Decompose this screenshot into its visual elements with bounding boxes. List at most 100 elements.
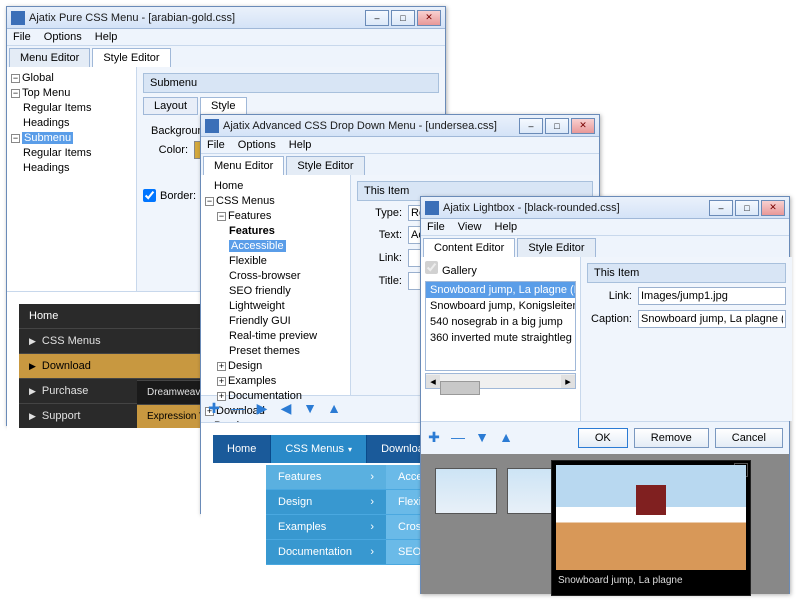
gallery-item[interactable]: 360 inverted mute straightleg in a b <box>426 330 575 346</box>
preview-home[interactable]: Home <box>213 435 271 463</box>
menu-help[interactable]: Help <box>289 139 312 151</box>
menu-help[interactable]: Help <box>495 221 518 233</box>
titlebar[interactable]: Ajatix Pure CSS Menu - [arabian-gold.css… <box>7 7 445 29</box>
tree-regular-items[interactable]: Regular Items <box>23 101 132 116</box>
add-icon[interactable]: ✚ <box>425 429 443 447</box>
preview-dd-features[interactable]: Features› <box>266 465 386 490</box>
menu-file[interactable]: File <box>207 139 225 151</box>
caption-input[interactable] <box>638 310 786 328</box>
move-up-icon[interactable]: ▲ <box>325 400 343 418</box>
scroll-right-icon[interactable]: ▸ <box>561 375 575 388</box>
ok-button[interactable]: OK <box>578 428 628 448</box>
gallery-item[interactable]: Snowboard jump, La plagne (Franc <box>426 282 575 298</box>
tree-headings[interactable]: Headings <box>23 161 132 176</box>
tree-css-menus[interactable]: −CSS Menus <box>205 194 346 209</box>
tree-submenu[interactable]: −Submenu <box>11 131 132 146</box>
minimize-button[interactable]: – <box>709 200 733 216</box>
tree-item[interactable]: Lightweight <box>229 299 346 314</box>
remove-button[interactable]: Remove <box>634 428 709 448</box>
app-icon <box>205 119 219 133</box>
close-button[interactable]: ✕ <box>417 10 441 26</box>
collapse-icon[interactable]: − <box>217 212 226 221</box>
expand-icon[interactable]: + <box>217 377 226 386</box>
collapse-icon[interactable]: − <box>205 197 214 206</box>
menu-options[interactable]: Options <box>238 139 276 151</box>
link-input[interactable] <box>638 287 786 305</box>
tab-menu-editor[interactable]: Menu Editor <box>9 48 90 67</box>
preview-home[interactable]: Home <box>19 304 209 328</box>
tree-features[interactable]: −Features <box>217 209 346 224</box>
scroll-thumb[interactable] <box>440 381 480 395</box>
preview-dd-design[interactable]: Design› <box>266 490 386 515</box>
gallery-list[interactable]: Snowboard jump, La plagne (Franc Snowboa… <box>425 281 576 371</box>
tab-content-editor[interactable]: Content Editor <box>423 238 515 257</box>
minimize-button[interactable]: – <box>365 10 389 26</box>
tree-item[interactable]: Cross-browser <box>229 269 346 284</box>
close-button[interactable]: ✕ <box>571 118 595 134</box>
tree-top-menu[interactable]: −Top Menu <box>11 86 132 101</box>
menubar: File View Help <box>421 219 789 236</box>
tab-style-editor[interactable]: Style Editor <box>286 156 364 175</box>
tree-item[interactable]: Friendly GUI <box>229 314 346 329</box>
add-icon[interactable]: ✚ <box>205 400 223 418</box>
window-title: Ajatix Lightbox - [black-rounded.css] <box>443 202 707 214</box>
preview-download[interactable]: ▶Download <box>19 353 209 378</box>
menubar: File Options Help <box>7 29 445 46</box>
link-label: Link: <box>357 252 402 264</box>
tree-item[interactable]: Features <box>229 224 346 239</box>
tab-style-editor[interactable]: Style Editor <box>92 48 170 67</box>
remove-icon[interactable]: — <box>449 429 467 447</box>
menu-file[interactable]: File <box>13 31 31 43</box>
tree-item[interactable]: Real-time preview <box>229 329 346 344</box>
expand-icon[interactable]: + <box>217 362 226 371</box>
preview-dd-documentation[interactable]: Documentation› <box>266 540 386 565</box>
preview-dd-examples[interactable]: Examples› <box>266 515 386 540</box>
tab-menu-editor[interactable]: Menu Editor <box>203 156 284 175</box>
menu-help[interactable]: Help <box>95 31 118 43</box>
tree-item[interactable]: Preset themes <box>229 344 346 359</box>
menu-view[interactable]: View <box>458 221 482 233</box>
expand-icon[interactable]: − <box>11 134 20 143</box>
border-checkbox[interactable] <box>143 189 156 202</box>
close-button[interactable]: ✕ <box>761 200 785 216</box>
tree-item[interactable]: Flexible <box>229 254 346 269</box>
tree-design[interactable]: +Design <box>217 359 346 374</box>
cancel-button[interactable]: Cancel <box>715 428 783 448</box>
move-down-icon[interactable]: ▼ <box>473 429 491 447</box>
move-left-icon[interactable]: ◀ <box>277 400 295 418</box>
expand-icon[interactable]: − <box>11 89 20 98</box>
tree-headings[interactable]: Headings <box>23 116 132 131</box>
editor-tabs: Menu Editor Style Editor <box>201 154 599 175</box>
maximize-button[interactable]: □ <box>735 200 759 216</box>
tab-style-editor[interactable]: Style Editor <box>517 238 595 257</box>
gallery-item[interactable]: 540 nosegrab in a big jump <box>426 314 575 330</box>
maximize-button[interactable]: □ <box>545 118 569 134</box>
preview-css-menus[interactable]: ▶CSS Menus <box>19 328 209 353</box>
subtab-layout[interactable]: Layout <box>143 97 198 115</box>
expand-icon[interactable]: − <box>11 74 20 83</box>
maximize-button[interactable]: □ <box>391 10 415 26</box>
gallery-item[interactable]: Snowboard jump, Konigsleiten, Au <box>426 298 575 314</box>
remove-icon[interactable]: — <box>229 400 247 418</box>
horizontal-scrollbar[interactable]: ◂ ▸ <box>425 373 576 389</box>
tree-examples[interactable]: +Examples <box>217 374 346 389</box>
preview-css-menus[interactable]: CSS Menus▾ <box>271 435 367 463</box>
tree-regular-items[interactable]: Regular Items <box>23 146 132 161</box>
gallery-checkbox[interactable] <box>425 261 438 274</box>
titlebar[interactable]: Ajatix Lightbox - [black-rounded.css] – … <box>421 197 789 219</box>
tree-global[interactable]: −Global <box>11 71 132 86</box>
subtab-style[interactable]: Style <box>200 97 246 115</box>
tree-home[interactable]: Home <box>205 179 346 194</box>
tree-item-accessible[interactable]: Accessible <box>229 239 346 254</box>
tree-item[interactable]: SEO friendly <box>229 284 346 299</box>
move-up-icon[interactable]: ▲ <box>497 429 515 447</box>
titlebar[interactable]: Ajatix Advanced CSS Drop Down Menu - [un… <box>201 115 599 137</box>
app-icon <box>11 11 25 25</box>
scroll-left-icon[interactable]: ◂ <box>426 375 440 388</box>
minimize-button[interactable]: – <box>519 118 543 134</box>
thumbnail[interactable] <box>435 468 497 514</box>
move-right-icon[interactable]: ▶ <box>253 400 271 418</box>
menu-file[interactable]: File <box>427 221 445 233</box>
menu-options[interactable]: Options <box>44 31 82 43</box>
move-down-icon[interactable]: ▼ <box>301 400 319 418</box>
